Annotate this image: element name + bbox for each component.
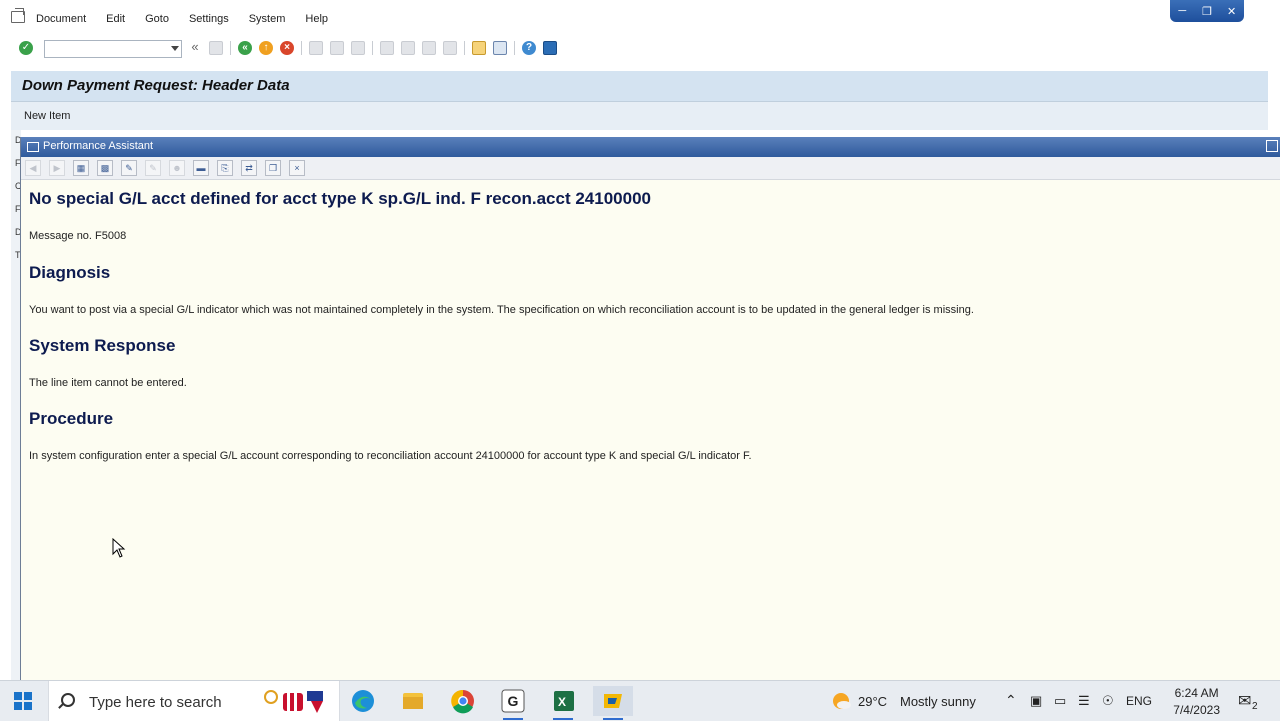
system-response-heading: System Response [29, 336, 176, 355]
close-icon[interactable]: × [289, 160, 305, 176]
meet-now-icon[interactable]: ▣ [1030, 693, 1042, 709]
exit-icon[interactable]: ↑ [259, 41, 273, 55]
command-input[interactable] [45, 42, 169, 56]
weather-description[interactable]: Mostly sunny [900, 694, 976, 709]
menu-document-icon[interactable] [11, 8, 25, 23]
edge-icon[interactable] [343, 686, 383, 716]
application-toolbar: New Item [11, 102, 1268, 130]
file-explorer-icon[interactable] [393, 686, 433, 716]
next-page-icon[interactable] [422, 41, 436, 55]
chevron-up-icon[interactable]: ⌃ [1005, 692, 1017, 709]
navigate-icon[interactable]: ⇄ [241, 160, 257, 176]
shortcut-icon[interactable] [493, 41, 507, 55]
search-highlight-icon [264, 690, 323, 713]
find-icon[interactable] [330, 41, 344, 55]
volume-icon[interactable]: ☉ [1102, 693, 1114, 709]
menu-document[interactable]: Document [36, 13, 86, 25]
taskbar-clock[interactable]: 6:24 AM 7/4/2023 [1173, 685, 1220, 719]
assistant-title: Performance Assistant [43, 140, 154, 152]
minimize-button[interactable]: ─ [1174, 5, 1190, 17]
back-icon[interactable]: « [238, 41, 252, 55]
menu-bar: Document Edit Goto Settings System Help … [0, 0, 1280, 36]
assistant-titlebar[interactable]: Performance Assistant [21, 137, 1280, 157]
message-title: No special G/L acct defined for acct typ… [29, 189, 651, 208]
first-page-icon[interactable] [380, 41, 394, 55]
excel-icon[interactable]: X [543, 686, 583, 720]
menu-settings[interactable]: Settings [189, 13, 229, 25]
edit-icon[interactable]: ✎ [121, 160, 137, 176]
toolbar-separator [230, 41, 231, 55]
assistant-toolbar: ◀ ▶ ▦ ▩ ✎ ✎ ☻ ▬ ⎘ ⇄ ❐ × [21, 157, 1280, 180]
command-field[interactable] [44, 40, 182, 58]
diagnosis-heading: Diagnosis [29, 263, 111, 282]
close-button[interactable]: ✕ [1224, 5, 1240, 18]
weather-temperature[interactable]: 29°C [858, 694, 887, 709]
sap-icon[interactable] [593, 686, 633, 720]
layout-menu-icon[interactable] [543, 41, 557, 55]
windows-start-icon[interactable] [14, 692, 32, 710]
svg-text:G: G [508, 693, 519, 709]
clock-date: 7/4/2023 [1173, 703, 1220, 717]
forward-arrow-icon[interactable]: ▶ [49, 160, 65, 176]
glossary-icon[interactable]: ▩ [97, 160, 113, 176]
back-arrow-icon[interactable]: ◀ [25, 160, 41, 176]
notification-count: 2 [1252, 701, 1258, 712]
language-indicator[interactable]: ENG [1126, 694, 1152, 708]
print-icon[interactable] [309, 41, 323, 55]
taskbar-search-box[interactable]: Type here to search [48, 681, 340, 721]
chrome-icon[interactable] [443, 686, 483, 716]
chevron-down-icon[interactable] [171, 46, 179, 51]
screen-title-bar: Down Payment Request: Header Data [11, 71, 1268, 102]
window-icon [27, 142, 39, 152]
standard-toolbar: ✓ « « ↑ × ? [0, 36, 1280, 62]
help-icon[interactable]: ? [522, 41, 536, 55]
battery-icon[interactable]: ▭ [1054, 693, 1066, 709]
search-placeholder: Type here to search [89, 694, 222, 711]
new-item-button[interactable]: New Item [24, 110, 70, 122]
procedure-text: In system configuration enter a special … [29, 450, 752, 462]
menu-help[interactable]: Help [305, 13, 328, 25]
collapse-icon[interactable]: « [188, 40, 202, 55]
maximize-icon[interactable] [1266, 140, 1278, 152]
cancel-icon[interactable]: × [280, 41, 294, 55]
display-icon[interactable]: ▬ [193, 160, 209, 176]
system-response-text: The line item cannot be entered. [29, 377, 187, 389]
windows-taskbar: Type here to search G X 29°C Mostly sunn… [0, 680, 1280, 721]
menu-edit[interactable]: Edit [106, 13, 125, 25]
search-icon [61, 693, 75, 707]
previous-page-icon[interactable] [401, 41, 415, 55]
toolbar-separator [464, 41, 465, 55]
window-controls: ─ ❐ ✕ [1170, 0, 1244, 22]
copy-icon[interactable]: ❐ [265, 160, 281, 176]
procedure-heading: Procedure [29, 409, 114, 428]
person-icon[interactable]: ☻ [169, 160, 185, 176]
toolbar-separator [514, 41, 515, 55]
performance-assistant-window: Performance Assistant ◀ ▶ ▦ ▩ ✎ ✎ ☻ ▬ ⎘ … [20, 137, 1280, 680]
settings-icon[interactable]: ✎ [145, 160, 161, 176]
toolbar-separator [301, 41, 302, 55]
last-page-icon[interactable] [443, 41, 457, 55]
message-number: Message no. F5008 [29, 230, 127, 242]
page-title: Down Payment Request: Header Data [22, 77, 290, 94]
print-icon[interactable]: ⎘ [217, 160, 233, 176]
find-next-icon[interactable] [351, 41, 365, 55]
toolbar-separator [372, 41, 373, 55]
network-icon[interactable]: ☰ [1078, 693, 1090, 709]
weather-sun-icon[interactable] [830, 691, 852, 711]
enter-check-icon[interactable]: ✓ [19, 41, 33, 55]
menu-system[interactable]: System [249, 13, 286, 25]
restore-button[interactable]: ❐ [1199, 5, 1215, 18]
menu-goto[interactable]: Goto [145, 13, 169, 25]
notification-icon[interactable]: ✉ [1238, 691, 1251, 711]
diagnosis-text: You want to post via a special G/L indic… [29, 304, 974, 316]
menu-items: Document Edit Goto Settings System Help [36, 13, 348, 25]
g-app-icon[interactable]: G [493, 686, 533, 720]
svg-text:X: X [558, 695, 566, 709]
clock-time: 6:24 AM [1174, 686, 1219, 700]
save-icon[interactable] [209, 41, 223, 55]
toolbar-icons: « « ↑ × ? [188, 40, 564, 55]
system-tray: 29°C Mostly sunny ⌃ ▣ ▭ ☰ ☉ ENG 6:24 AM … [820, 681, 1280, 721]
technical-info-icon[interactable]: ▦ [73, 160, 89, 176]
new-session-icon[interactable] [472, 41, 486, 55]
